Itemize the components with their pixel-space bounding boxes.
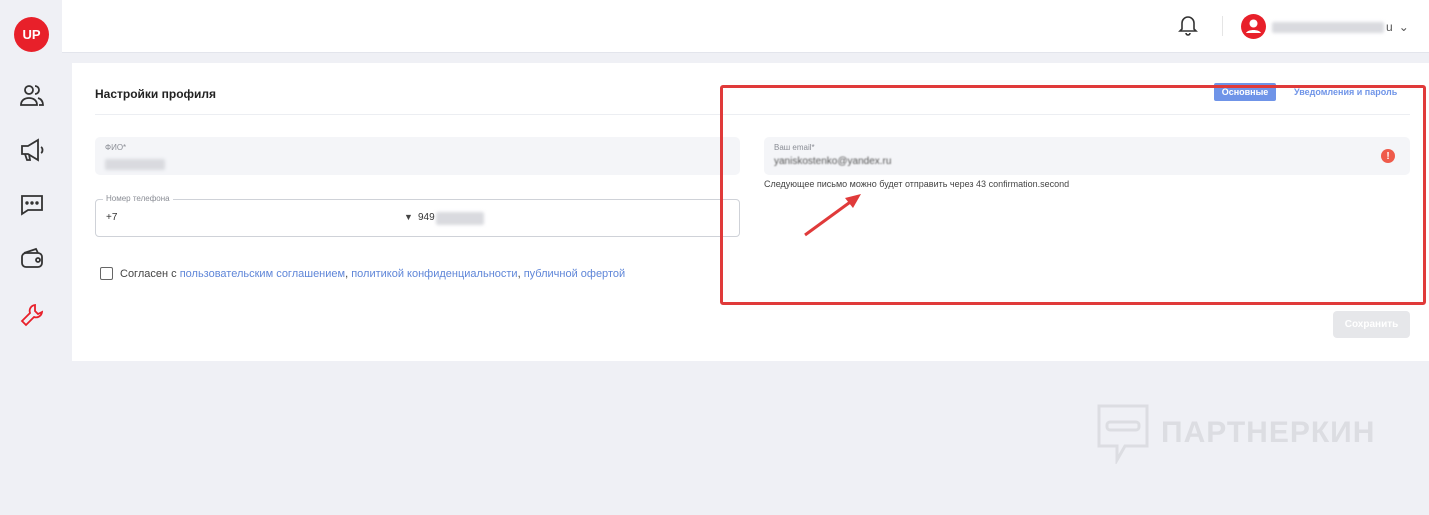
privacy-policy-link[interactable]: политикой конфиденциальности — [351, 268, 517, 280]
wallet-icon[interactable] — [19, 245, 45, 271]
user-menu[interactable]: u ⌄ — [1272, 20, 1409, 34]
watermark: ПАРТНЕРКИН — [1095, 402, 1375, 464]
header-divider — [1222, 16, 1223, 36]
agreement-row: Согласен с пользовательским соглашением … — [100, 267, 625, 280]
save-button[interactable]: Сохранить — [1333, 311, 1410, 338]
chat-icon[interactable] — [19, 191, 45, 217]
public-offer-link[interactable]: публичной офертой — [524, 268, 625, 280]
phone-number-blurred — [436, 212, 484, 225]
username-suffix: u — [1386, 20, 1393, 34]
phone-number-prefix: 949 — [418, 212, 435, 223]
fio-field[interactable]: ФИО* — [95, 137, 740, 175]
wrench-icon[interactable] — [19, 302, 45, 328]
users-icon[interactable] — [19, 83, 45, 109]
agreement-text: Согласен с — [120, 267, 180, 280]
fio-value-blurred — [105, 159, 165, 170]
agreement-checkbox[interactable] — [100, 267, 113, 280]
sidebar: UP — [0, 0, 62, 515]
username-blurred — [1272, 21, 1384, 33]
annotation-arrow-icon — [804, 194, 861, 237]
fio-label: ФИО* — [105, 143, 127, 152]
user-agreement-link[interactable]: пользовательским соглашением — [180, 268, 345, 280]
logo[interactable]: UP — [14, 17, 49, 52]
watermark-logo-icon — [1097, 404, 1149, 464]
top-header — [62, 0, 1429, 53]
caret-down-icon[interactable]: ▼ — [404, 212, 413, 222]
phone-code: +7 — [106, 212, 118, 223]
bell-icon[interactable] — [1178, 14, 1198, 36]
phone-label: Номер телефона — [103, 194, 173, 203]
watermark-text: ПАРТНЕРКИН — [1161, 416, 1376, 449]
page-title: Настройки профиля — [95, 87, 217, 101]
megaphone-icon[interactable] — [19, 137, 45, 163]
avatar[interactable] — [1241, 14, 1266, 39]
chevron-down-icon: ⌄ — [1398, 20, 1409, 34]
phone-field[interactable]: Номер телефона +7 ▼ 949 — [95, 194, 740, 237]
